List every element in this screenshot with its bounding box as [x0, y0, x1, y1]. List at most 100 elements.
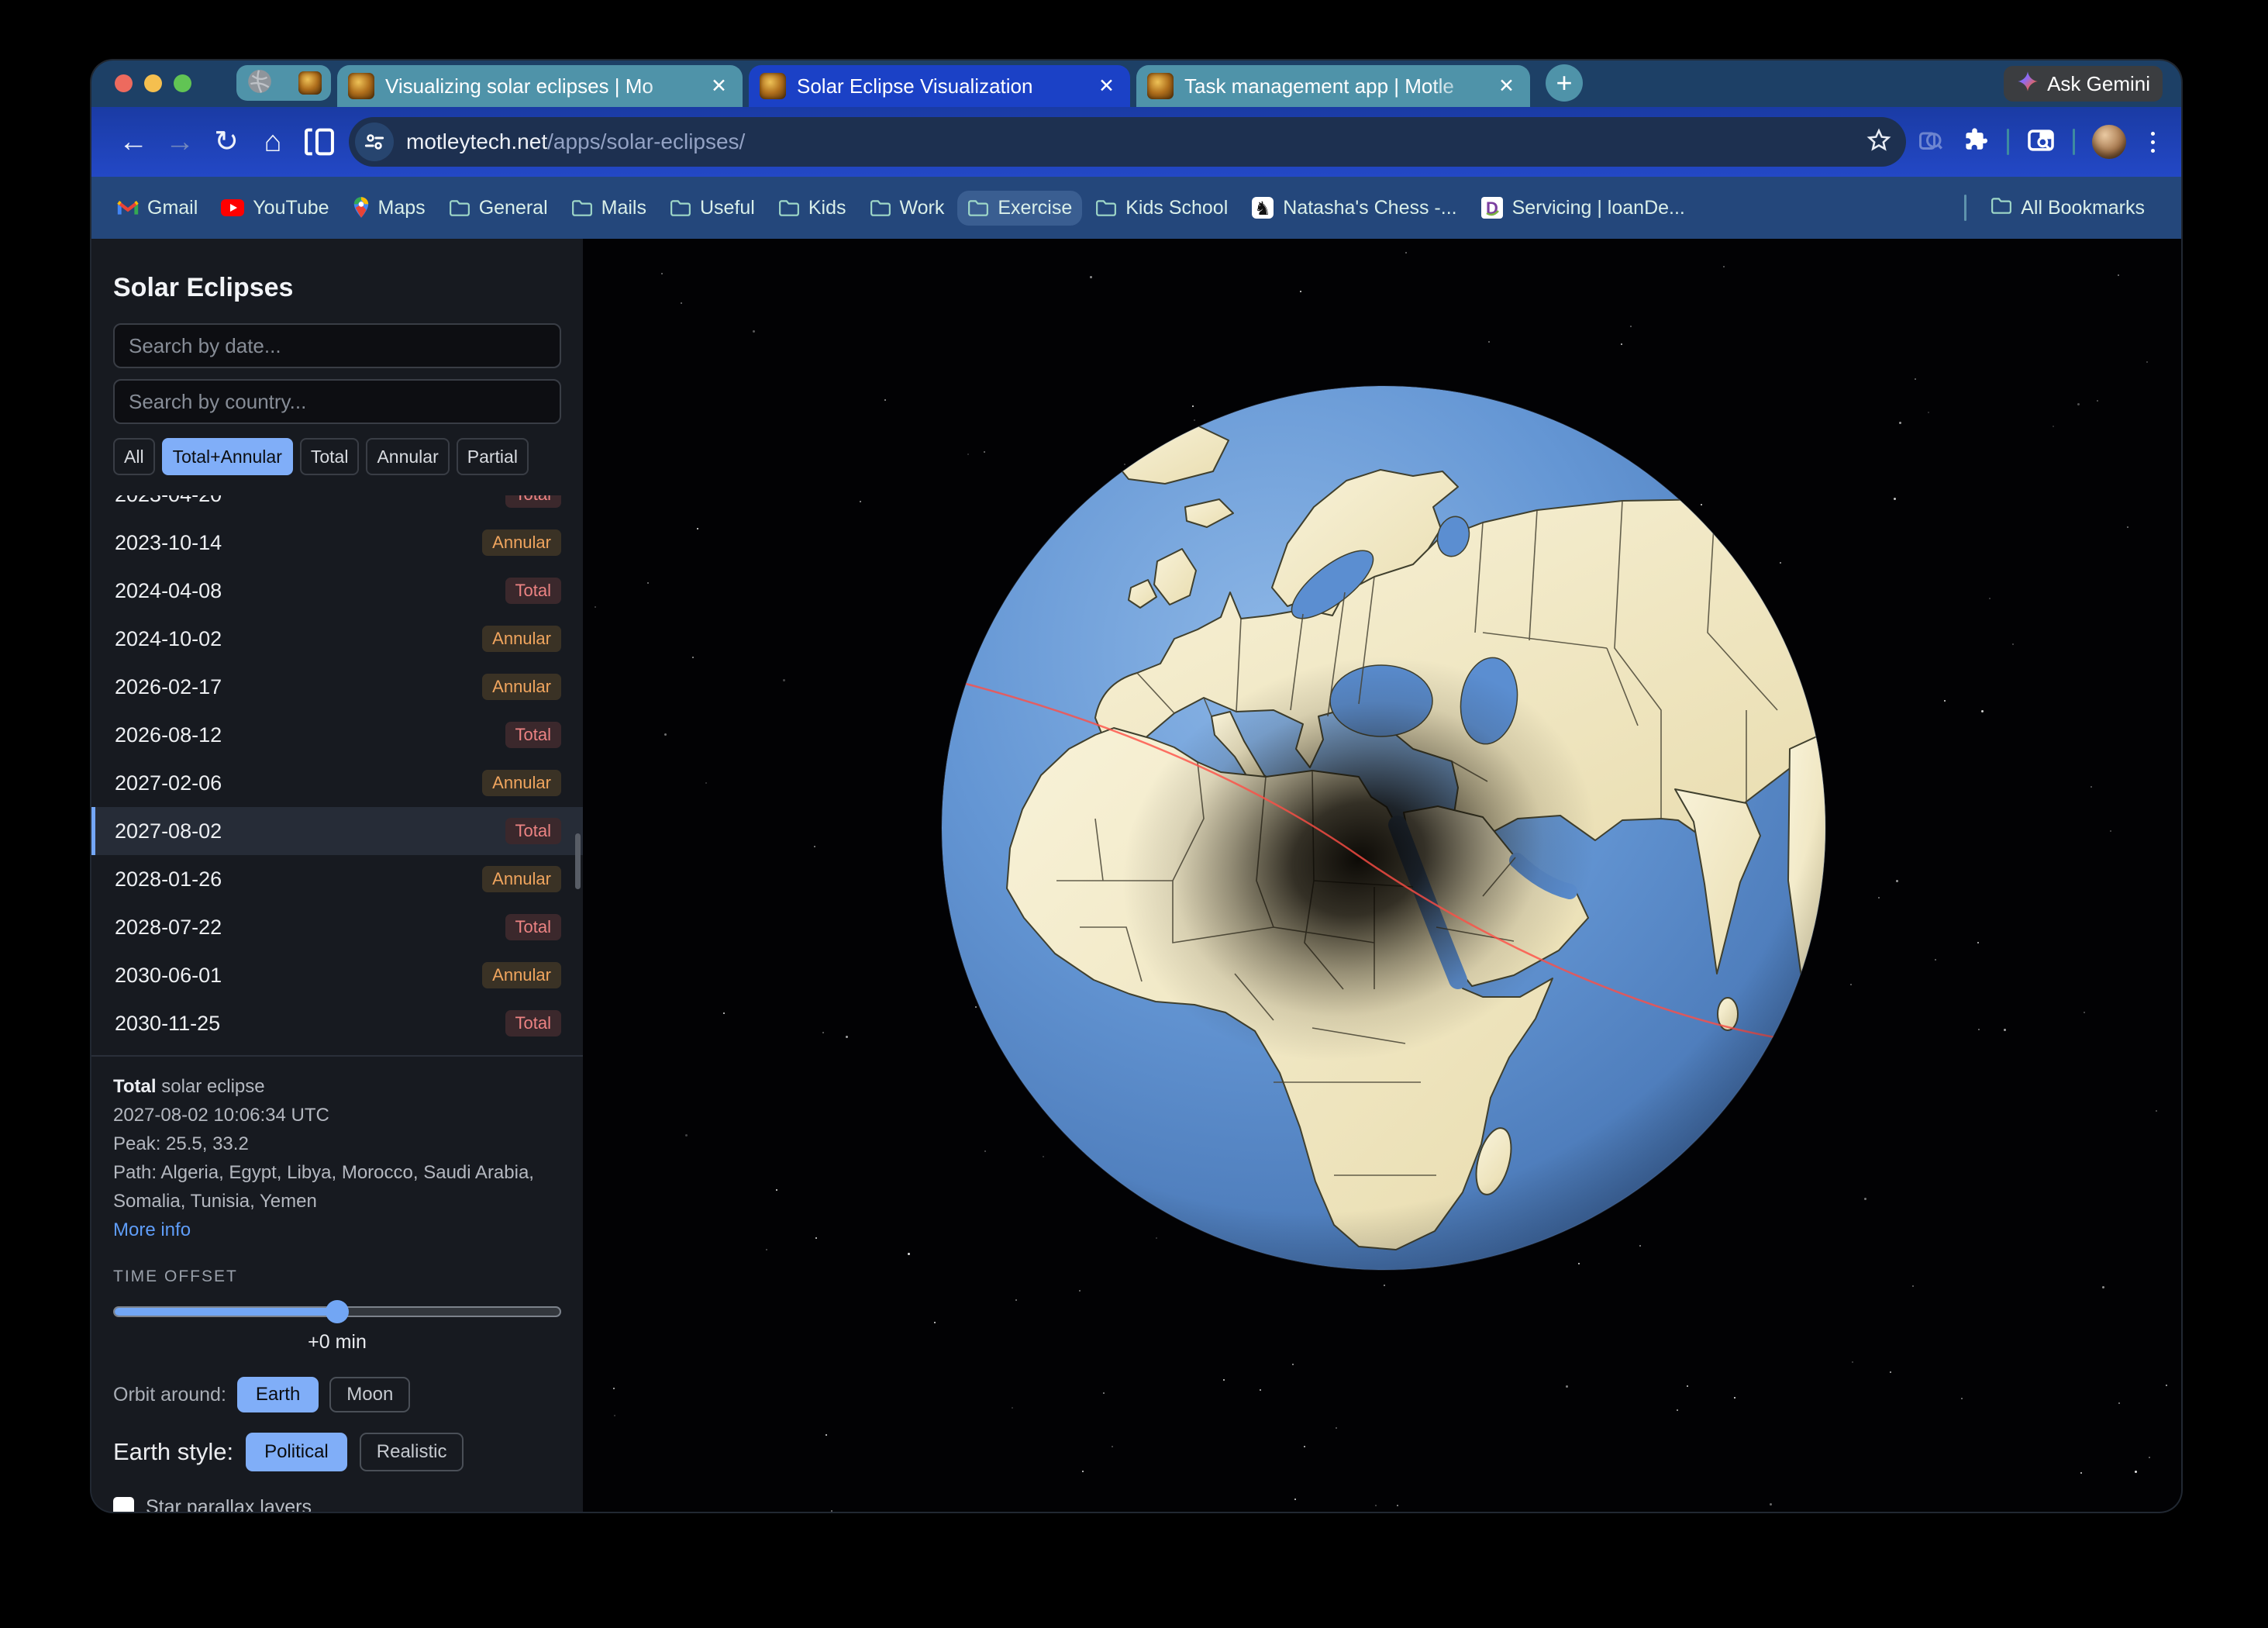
eclipse-date: 2024-10-02 [115, 627, 222, 651]
bookmark-label: Mails [601, 197, 646, 219]
bookmark-item[interactable]: DServicing | loanDe... [1470, 190, 1695, 226]
browser-toolbar: ← → ↻ ⌂ motleytech.net/apps/solar-eclips… [91, 107, 2181, 177]
all-bookmarks-label: All Bookmarks [2021, 197, 2145, 219]
url-text[interactable]: motleytech.net/apps/solar-eclipses/ [406, 129, 1853, 154]
close-window-button[interactable] [115, 74, 133, 92]
eclipse-list-item[interactable]: 2030-06-01Annular [91, 951, 583, 999]
bookmark-label: Work [900, 197, 945, 219]
folder-icon [1991, 196, 2012, 220]
tab-group-collapsed[interactable] [236, 65, 331, 101]
orbit-moon-button[interactable]: Moon [329, 1377, 410, 1412]
back-icon[interactable]: ← [110, 127, 157, 157]
bookmark-item[interactable]: Exercise [957, 191, 1082, 226]
slider-thumb[interactable] [326, 1300, 349, 1323]
bookmark-item[interactable]: YouTube [211, 191, 339, 226]
eclipse-type-badge: Annular [482, 674, 561, 700]
eclipse-type-line: Total solar eclipse [113, 1072, 561, 1101]
eclipse-datetime: 2027-08-02 10:06:34 UTC [113, 1101, 561, 1130]
bookmarks-separator [1964, 195, 1966, 221]
lens-search-icon[interactable] [1917, 126, 1945, 158]
eclipse-list-item[interactable]: 2026-08-12Total [91, 711, 583, 759]
bookmark-item[interactable]: Kids School [1085, 191, 1238, 226]
all-bookmarks-button[interactable]: All Bookmarks [1980, 190, 2155, 226]
site-settings-icon[interactable] [355, 122, 394, 161]
tab-title: Solar Eclipse Visualization [797, 74, 1084, 98]
bookmark-item[interactable]: General [439, 191, 558, 226]
bookmarks-bar: GmailYouTube Maps General Mails UsefulKids Wo… [91, 177, 2181, 239]
extensions-puzzle-icon[interactable] [1962, 126, 1990, 158]
folder-icon [870, 198, 891, 217]
eclipse-type-badge: Total [505, 914, 561, 940]
toolbar-separator [2073, 129, 2075, 155]
eclipse-date: 2027-02-06 [115, 771, 222, 795]
forward-icon[interactable]: → [157, 127, 203, 157]
star-parallax-row: Star parallax layers [113, 1496, 561, 1512]
filter-button-total[interactable]: Total [300, 438, 360, 475]
eclipse-list-item[interactable]: 2027-02-06 Annular [91, 759, 583, 807]
browser-tab[interactable]: Visualizing solar eclipses | Mo✕ [337, 65, 743, 107]
traffic-lights [115, 74, 191, 92]
close-tab-icon[interactable]: ✕ [1495, 74, 1518, 98]
bookmark-item[interactable]: Kids [768, 191, 857, 226]
folder-icon [778, 198, 800, 217]
bookmark-star-icon[interactable] [1866, 127, 1892, 157]
reload-icon[interactable]: ↻ [203, 127, 250, 157]
star-parallax-label: Star parallax layers [146, 1496, 312, 1512]
eclipse-list-item[interactable]: 2024-04-08Total [91, 567, 583, 615]
address-bar[interactable]: motleytech.net/apps/solar-eclipses/ [349, 117, 1906, 167]
eclipse-type-badge: Annular [482, 626, 561, 652]
ask-gemini-label: Ask Gemini [2047, 72, 2150, 96]
bookmark-item[interactable]: Useful [660, 191, 765, 226]
style-political-button[interactable]: Political [246, 1433, 347, 1471]
eclipse-list-item[interactable]: 2023-04-20Total [91, 495, 583, 519]
home-icon[interactable]: ⌂ [250, 127, 296, 157]
minimize-window-button[interactable] [144, 74, 162, 92]
eclipse-list-item[interactable]: 2026-02-17Annular [91, 663, 583, 711]
filter-button-all[interactable]: All [113, 438, 155, 475]
folder-icon [670, 198, 691, 217]
eclipse-date: 2030-06-01 [115, 964, 222, 988]
ask-gemini-button[interactable]: Ask Gemini [2004, 66, 2163, 102]
eclipse-list-item[interactable]: 2024-10-02 Annular [91, 615, 583, 663]
search-country-input[interactable] [113, 379, 561, 424]
eclipse-list-item[interactable]: 2023-10-14Annular [91, 519, 583, 567]
bookmark-label: Maps [378, 197, 426, 219]
browser-tab[interactable]: Solar Eclipse Visualization ✕ [749, 65, 1130, 107]
earth-globe[interactable] [940, 385, 1827, 1271]
list-scrollbar[interactable] [575, 833, 581, 889]
orbit-earth-button[interactable]: Earth [237, 1377, 319, 1412]
style-realistic-button[interactable]: Realistic [360, 1433, 464, 1471]
star-parallax-checkbox[interactable] [113, 1497, 134, 1512]
more-info-link[interactable]: More info [113, 1216, 561, 1244]
earth-style-controls: Earth style: Political Realistic [113, 1433, 561, 1471]
eclipse-path: Path: Algeria, Egypt, Libya, Morocco, Sa… [113, 1158, 561, 1216]
eclipse-type-badge: Annular [482, 770, 561, 796]
eclipse-list-item[interactable]: 2027-08-02Total [91, 807, 583, 855]
bookmark-item[interactable]: Maps [343, 190, 436, 226]
bookmark-item[interactable]: ♞Natasha's Chess -... [1241, 190, 1467, 226]
filter-button-total-annular[interactable]: Total+Annular [162, 438, 293, 475]
browser-tab[interactable]: Task management app | Motle✕ [1136, 65, 1530, 107]
menu-kebab-icon[interactable] [2143, 132, 2163, 153]
bookmark-item[interactable]: Gmail [107, 191, 208, 226]
close-tab-icon[interactable]: ✕ [1095, 74, 1118, 98]
search-date-input[interactable] [113, 323, 561, 368]
new-tab-button[interactable]: + [1546, 64, 1583, 102]
eclipse-list-item[interactable]: 2028-01-26Annular [91, 855, 583, 903]
zoom-window-button[interactable] [174, 74, 191, 92]
eclipse-list-item[interactable]: 2030-11-25Total [91, 999, 583, 1047]
time-offset-slider[interactable] [113, 1300, 561, 1323]
orbit-controls: Orbit around: Earth Moon [113, 1377, 561, 1412]
loan-icon: D [1480, 196, 1504, 219]
globe-viewport[interactable] [583, 239, 2181, 1512]
tab-search-icon[interactable] [2026, 126, 2056, 159]
bookmark-item[interactable]: Mails [561, 191, 657, 226]
profile-avatar[interactable] [2092, 125, 2126, 159]
site-favicon [760, 73, 786, 99]
filter-button-annular[interactable]: Annular [366, 438, 449, 475]
filter-button-partial[interactable]: Partial [457, 438, 529, 475]
side-panel-icon[interactable] [296, 127, 343, 157]
eclipse-list-item[interactable]: 2028-07-22Total [91, 903, 583, 951]
bookmark-item[interactable]: Work [860, 191, 955, 226]
close-tab-icon[interactable]: ✕ [708, 74, 730, 98]
